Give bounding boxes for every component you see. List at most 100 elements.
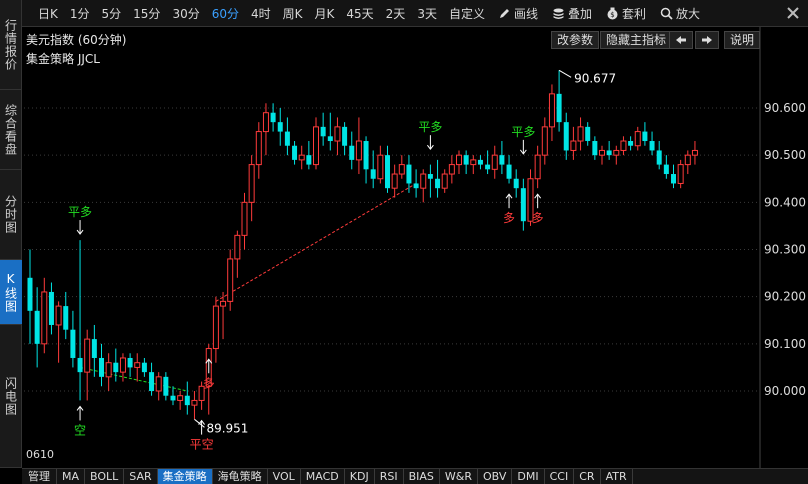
indicator-tab-8[interactable]: KDJ <box>345 469 375 484</box>
arbitrage-label: 套利 <box>622 6 647 21</box>
zoom-button[interactable]: 放大 <box>653 5 707 22</box>
candle-body <box>548 93 555 128</box>
candle-body <box>448 164 455 175</box>
period-tab-0[interactable]: 日K <box>32 5 64 22</box>
indicator-tab-10[interactable]: BIAS <box>404 469 440 484</box>
prev-arrow-button[interactable] <box>669 31 693 49</box>
candle-body <box>413 183 419 189</box>
indicator-tab-11[interactable]: W&R <box>440 469 478 484</box>
candle-body <box>477 159 483 165</box>
tool-buttons: 画线 叠加 $ 套利 放大 <box>491 5 707 22</box>
y-tick-label: 90.300 <box>764 243 806 257</box>
candle-body <box>84 338 91 373</box>
signal-label: 空 <box>74 423 86 437</box>
period-tab-4[interactable]: 30分 <box>166 5 205 22</box>
overlay-label: 叠加 <box>567 6 592 21</box>
indicator-tab-9[interactable]: RSI <box>375 469 404 484</box>
hide-main-indicator-button[interactable]: 隐藏主指标 <box>600 31 673 49</box>
trend-line <box>215 183 417 302</box>
candle-body <box>599 149 605 156</box>
overlay-button[interactable]: 叠加 <box>545 5 599 22</box>
indicator-tab-5[interactable]: 海龟策略 <box>213 469 268 484</box>
arrow-left-icon <box>676 36 686 44</box>
signal-label: 平多 <box>511 125 535 139</box>
close-icon[interactable] <box>784 4 802 22</box>
candle-body <box>634 131 641 147</box>
indicator-tab-3[interactable]: SAR <box>124 469 158 484</box>
indicator-tab-7[interactable]: MACD <box>301 469 345 484</box>
candle-body <box>684 154 691 166</box>
vtab-intraday[interactable]: 分时图 <box>0 170 22 260</box>
candle-body <box>184 395 190 406</box>
top-toolbar: 日K 1分 5分 15分 30分 60分 4时 周K 月K 45天 2天 3天 自定义 画线 叠加 $ … <box>22 0 808 27</box>
left-side-tabs: 行情报价 综合看盘 分时图 K线图 闪电图 <box>0 0 22 468</box>
indicator-tab-16[interactable]: ATR <box>601 469 633 484</box>
stack-icon <box>553 8 564 19</box>
signal-label: 多 <box>503 211 515 225</box>
period-tab-7[interactable]: 周K <box>277 5 309 22</box>
indicator-tab-14[interactable]: CCI <box>545 469 575 484</box>
candle-body <box>506 164 512 179</box>
period-tab-6[interactable]: 4时 <box>245 5 277 22</box>
candle-body <box>327 136 333 142</box>
period-tab-10[interactable]: 2天 <box>380 5 412 22</box>
indicator-tab-15[interactable]: CR <box>574 469 601 484</box>
arbitrage-icon: $ <box>607 7 618 19</box>
candle-body <box>63 306 69 330</box>
period-tab-11[interactable]: 3天 <box>411 5 443 22</box>
candle-body <box>119 357 126 373</box>
draw-line-button[interactable]: 画线 <box>491 5 545 22</box>
candle-body <box>48 291 54 325</box>
candle-body <box>485 164 491 170</box>
candle-body <box>277 122 283 132</box>
candle-body <box>406 164 412 184</box>
candle-body <box>663 164 669 175</box>
period-tab-12[interactable]: 自定义 <box>443 5 491 22</box>
candle-body <box>255 131 262 166</box>
period-tab-8[interactable]: 月K <box>309 5 341 22</box>
zoom-label: 放大 <box>676 6 701 21</box>
svg-text:$: $ <box>610 11 614 19</box>
period-tab-1[interactable]: 1分 <box>64 5 96 22</box>
candle-body <box>628 141 634 146</box>
period-tab-9[interactable]: 45天 <box>340 5 379 22</box>
high-label-leader <box>558 69 572 78</box>
signal-label: 多 <box>203 376 215 390</box>
candle-body <box>463 155 469 165</box>
candle-body <box>577 126 584 142</box>
period-tab-5[interactable]: 60分 <box>206 5 245 22</box>
period-tab-3[interactable]: 15分 <box>127 5 166 22</box>
indicator-tab-13[interactable]: DMI <box>512 469 545 484</box>
candle-body <box>149 372 155 391</box>
indicator-tab-4[interactable]: 集金策略 <box>157 469 213 484</box>
indicator-tab-1[interactable]: MA <box>57 469 86 484</box>
indicator-tab-2[interactable]: BOLL <box>85 469 125 484</box>
y-tick-label: 90.400 <box>764 195 806 209</box>
arbitrage-button[interactable]: $ 套利 <box>599 5 653 22</box>
indicator-tab-6[interactable]: VOL <box>268 469 301 484</box>
candle-body <box>234 234 241 260</box>
indicator-tab-0[interactable]: 管理 <box>22 469 57 484</box>
indicator-tab-12[interactable]: OBV <box>478 469 513 484</box>
candle-body <box>220 300 227 307</box>
help-button[interactable]: 说明 <box>724 31 761 49</box>
candle-body <box>91 339 97 358</box>
edit-params-button[interactable]: 改参数 <box>551 31 600 49</box>
y-tick-label: 90.100 <box>764 337 806 351</box>
candle-body <box>248 164 255 203</box>
period-tab-2[interactable]: 5分 <box>96 5 128 22</box>
candle-body <box>292 145 298 160</box>
vtab-kline[interactable]: K线图 <box>0 260 22 325</box>
candle-body <box>541 126 548 156</box>
candle-body <box>377 154 384 180</box>
candle-body <box>70 329 76 358</box>
next-arrow-button[interactable] <box>695 31 719 49</box>
vtab-flash[interactable]: 闪电图 <box>0 325 22 468</box>
candle-body <box>170 395 176 401</box>
vtab-overview[interactable]: 综合看盘 <box>0 90 22 170</box>
candle-body <box>241 201 248 236</box>
candle-body <box>270 112 276 123</box>
vtab-quote[interactable]: 行情报价 <box>0 0 22 90</box>
candlestick-chart[interactable]: 90.600 90.500 90.400 90.300 90.200 90.100 90.0… <box>22 27 808 468</box>
candle-body <box>134 362 141 368</box>
